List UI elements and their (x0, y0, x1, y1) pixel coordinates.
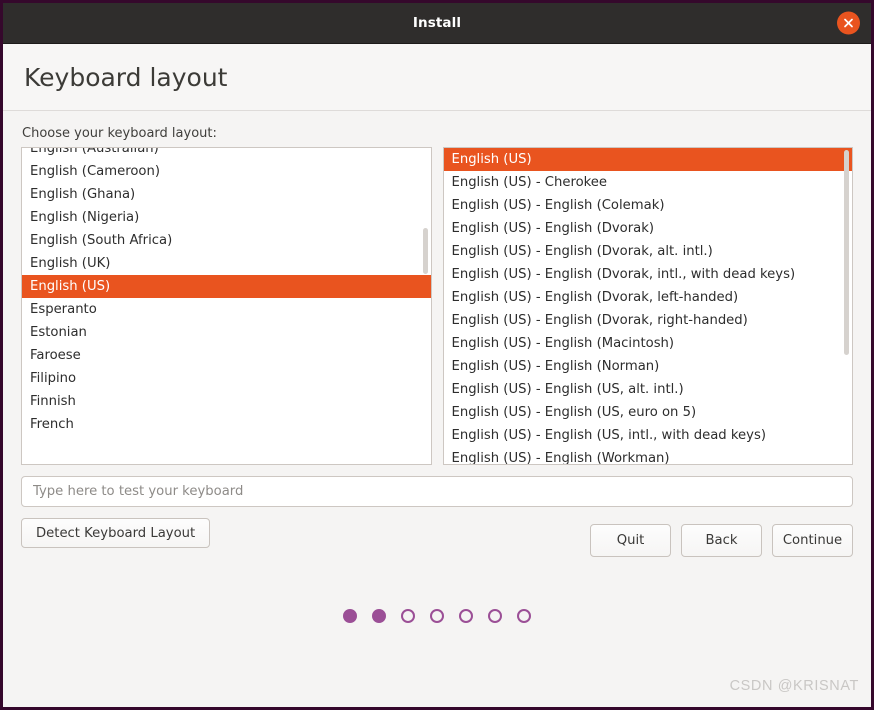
layout-list-scrollbar[interactable] (423, 228, 428, 274)
progress-dot-3[interactable] (401, 609, 415, 623)
variant-list[interactable]: English (US)English (US) - CherokeeEngli… (443, 147, 854, 465)
prompt-label: Choose your keyboard layout: (22, 126, 853, 141)
list-item[interactable]: Esperanto (22, 298, 431, 321)
window-title: Install (413, 15, 461, 31)
list-item[interactable]: French (22, 413, 431, 436)
quit-button[interactable]: Quit (590, 524, 671, 557)
install-window: Install Keyboard layout Choose your keyb… (0, 0, 874, 710)
list-item[interactable]: Filipino (22, 367, 431, 390)
list-item[interactable]: English (US) - English (US, intl., with … (444, 424, 853, 447)
page-header: Keyboard layout (3, 44, 871, 111)
list-item[interactable]: English (US) - English (US, alt. intl.) (444, 378, 853, 401)
list-item[interactable]: English (US) - English (Dvorak, alt. int… (444, 240, 853, 263)
list-item[interactable]: English (Australian) (22, 147, 431, 160)
list-item[interactable]: English (US) - English (Dvorak) (444, 217, 853, 240)
page-title: Keyboard layout (24, 63, 227, 92)
close-glyph (843, 18, 854, 29)
watermark: CSDN @KRISNAT (730, 678, 859, 694)
list-item[interactable]: English (UK) (22, 252, 431, 275)
progress-dot-1[interactable] (343, 609, 357, 623)
progress-dot-7[interactable] (517, 609, 531, 623)
navigation-buttons: Quit Back Continue (590, 524, 853, 557)
keyboard-lists: English (Australian)English (Cameroon)En… (21, 147, 853, 465)
list-item[interactable]: English (US) (444, 148, 853, 171)
list-item[interactable]: English (US) (22, 275, 431, 298)
list-item[interactable]: English (US) - Cherokee (444, 171, 853, 194)
progress-dots (3, 609, 871, 623)
list-item[interactable]: English (Ghana) (22, 183, 431, 206)
list-item[interactable]: English (US) - English (Colemak) (444, 194, 853, 217)
variant-list-scrollbar[interactable] (844, 150, 849, 355)
keyboard-test-input[interactable] (21, 476, 853, 507)
list-item[interactable]: English (Cameroon) (22, 160, 431, 183)
list-item[interactable]: English (US) - English (Dvorak, right-ha… (444, 309, 853, 332)
list-item[interactable]: English (US) - English (US, euro on 5) (444, 401, 853, 424)
list-item[interactable]: Estonian (22, 321, 431, 344)
list-item[interactable]: English (US) - English (Norman) (444, 355, 853, 378)
close-icon[interactable] (837, 12, 860, 35)
titlebar: Install (3, 0, 871, 44)
progress-dot-6[interactable] (488, 609, 502, 623)
list-item[interactable]: English (Nigeria) (22, 206, 431, 229)
progress-dot-4[interactable] (430, 609, 444, 623)
list-item[interactable]: English (US) - English (Dvorak, intl., w… (444, 263, 853, 286)
main-content: Choose your keyboard layout: English (Au… (3, 111, 871, 707)
list-item[interactable]: Faroese (22, 344, 431, 367)
progress-dot-2[interactable] (372, 609, 386, 623)
progress-dot-5[interactable] (459, 609, 473, 623)
continue-button[interactable]: Continue (772, 524, 853, 557)
back-button[interactable]: Back (681, 524, 762, 557)
list-item[interactable]: English (US) - English (Dvorak, left-han… (444, 286, 853, 309)
list-item[interactable]: English (US) - English (Macintosh) (444, 332, 853, 355)
layout-list[interactable]: English (Australian)English (Cameroon)En… (21, 147, 432, 465)
list-item[interactable]: English (US) - English (Workman) (444, 447, 853, 465)
list-item[interactable]: Finnish (22, 390, 431, 413)
list-item[interactable]: English (South Africa) (22, 229, 431, 252)
detect-keyboard-layout-button[interactable]: Detect Keyboard Layout (21, 518, 210, 548)
